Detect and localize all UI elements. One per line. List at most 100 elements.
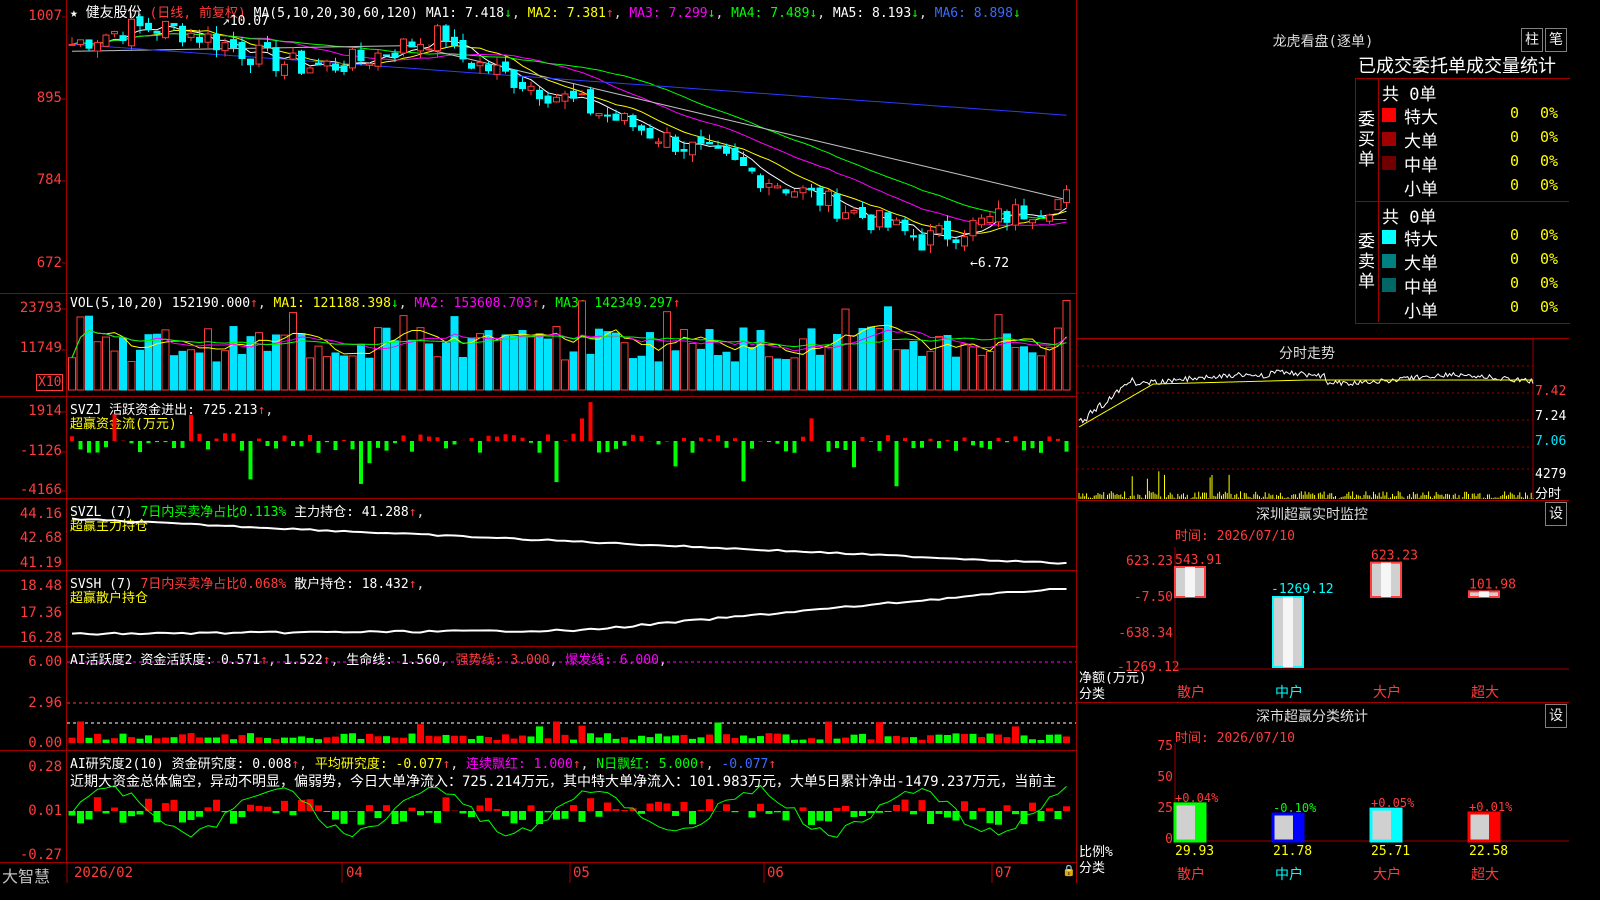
volume-bar bbox=[1028, 352, 1037, 391]
order-row: 中单 0 0% bbox=[1380, 273, 1568, 298]
volume-bar bbox=[773, 358, 782, 391]
order-row: 大单 0 0% bbox=[1380, 127, 1568, 152]
candle bbox=[774, 185, 781, 189]
capital-flow-chart[interactable] bbox=[0, 397, 1076, 499]
research-bar bbox=[604, 802, 611, 811]
research-bar bbox=[561, 811, 569, 819]
research-bar bbox=[731, 811, 739, 813]
date-axis: 大智慧 2026/02 04 05 06 07 🔒 bbox=[0, 862, 1076, 886]
activity-bar bbox=[298, 736, 305, 743]
bar-mode-button[interactable]: 柱 bbox=[1521, 28, 1543, 52]
svsh-panel[interactable]: 18.48 17.36 16.28 SVSH (7) 7日内买卖净占比0.068… bbox=[0, 570, 1076, 647]
order-type: 大单 bbox=[1404, 254, 1438, 274]
activity-bar bbox=[102, 739, 110, 743]
volume-bar bbox=[935, 335, 943, 391]
research-bar bbox=[995, 811, 1002, 825]
candle bbox=[145, 22, 152, 31]
candle bbox=[799, 187, 807, 194]
volume-bar bbox=[790, 357, 799, 391]
activity-bar bbox=[731, 737, 739, 743]
volume-chart[interactable] bbox=[0, 294, 1076, 397]
activity-bar bbox=[935, 734, 943, 743]
volume-bar bbox=[76, 316, 85, 391]
order-row: 小单 0 0% bbox=[1380, 175, 1568, 200]
candlestick-chart[interactable] bbox=[0, 0, 1076, 293]
candle bbox=[1063, 189, 1070, 204]
research-bar bbox=[918, 800, 926, 811]
activity-bar bbox=[969, 733, 977, 743]
color-swatch bbox=[1382, 156, 1396, 170]
candle bbox=[884, 212, 892, 228]
research-bar bbox=[621, 810, 628, 811]
main-holding-chart[interactable] bbox=[0, 499, 1076, 571]
kline-panel[interactable]: 1007 895 784 672 ★ 健友股份 (日线, 前复权) MA(5,1… bbox=[0, 0, 1076, 293]
color-swatch bbox=[1382, 254, 1396, 268]
flow-bar bbox=[478, 441, 482, 453]
order-count: 0 bbox=[1510, 104, 1520, 122]
research-bar bbox=[961, 801, 968, 811]
flow-bar bbox=[418, 434, 423, 441]
candle bbox=[791, 191, 798, 198]
tick-mode-button[interactable]: 笔 bbox=[1545, 28, 1567, 52]
activity-bar bbox=[272, 739, 280, 743]
flow-bar bbox=[444, 441, 448, 449]
research-bar bbox=[68, 811, 76, 816]
research-bar bbox=[570, 805, 577, 811]
order-percent: 0% bbox=[1540, 152, 1559, 170]
research-bar bbox=[289, 811, 297, 816]
candle bbox=[1029, 219, 1036, 224]
candle bbox=[102, 34, 110, 47]
order-percent: 0% bbox=[1540, 274, 1559, 292]
volume-bar bbox=[569, 351, 578, 391]
flow-bar bbox=[87, 441, 91, 453]
flow-bar bbox=[486, 435, 491, 441]
ai-research-panel[interactable]: 0.28 0.01 -0.27 AI研究度2(10) 资金研究度: 0.008↑… bbox=[0, 750, 1076, 863]
research-bar bbox=[663, 803, 671, 811]
activity-chart[interactable] bbox=[0, 647, 1076, 751]
activity-bar bbox=[519, 735, 526, 743]
candle bbox=[1003, 211, 1011, 223]
activity-bar bbox=[825, 721, 832, 743]
activity-bar bbox=[425, 735, 433, 743]
research-bar bbox=[272, 811, 280, 814]
candle bbox=[901, 219, 909, 232]
flow-bar bbox=[962, 437, 967, 441]
intraday-chart[interactable] bbox=[1077, 339, 1569, 501]
flow-bar bbox=[350, 441, 355, 450]
activity-bar bbox=[638, 735, 645, 743]
research-bar bbox=[697, 809, 705, 811]
retail-holding-chart[interactable] bbox=[0, 571, 1076, 647]
ai-activity-panel[interactable]: 6.00 2.96 0.00 AI活跃度2 资金活跃度: 0.571↑, 1.5… bbox=[0, 646, 1076, 751]
volume-bar bbox=[467, 337, 476, 391]
flow-bar bbox=[189, 414, 193, 441]
svzj-panel[interactable]: 1914 -1126 -4166 SVZJ 活跃资金进出: 725.213↑, … bbox=[0, 396, 1076, 499]
volume-bar bbox=[918, 355, 926, 391]
volume-panel[interactable]: 23793 11749 X10 VOL(5,10,20) 152190.000↑… bbox=[0, 293, 1076, 397]
volume-bar bbox=[102, 336, 110, 391]
research-bar bbox=[519, 811, 526, 820]
flow-bar bbox=[860, 436, 865, 441]
volume-bar bbox=[442, 342, 450, 391]
activity-bar bbox=[179, 734, 186, 743]
research-chart[interactable] bbox=[0, 751, 1076, 863]
order-count: 0 bbox=[1510, 152, 1520, 170]
volume-bar bbox=[1020, 346, 1028, 391]
research-bar bbox=[876, 811, 883, 813]
research-bar bbox=[689, 811, 696, 825]
svzl-panel[interactable]: 44.16 42.68 41.19 SVZL (7) 7日内买卖净占比0.113… bbox=[0, 498, 1076, 571]
candle bbox=[629, 115, 637, 128]
sell-side-label: 委卖单 bbox=[1358, 232, 1375, 292]
flow-bar bbox=[529, 441, 533, 443]
flow-bar bbox=[656, 441, 661, 445]
research-bar bbox=[757, 803, 764, 811]
activity-bar bbox=[527, 736, 535, 743]
flow-bar bbox=[299, 441, 304, 447]
intraday-panel[interactable]: 分时走势 7.42 7.24 7.06 4279 分时 bbox=[1076, 338, 1569, 502]
activity-bar bbox=[697, 737, 705, 743]
research-bar bbox=[128, 811, 135, 817]
research-bar bbox=[102, 811, 110, 814]
change-value: +0.04% bbox=[1175, 791, 1219, 805]
color-swatch bbox=[1382, 132, 1396, 146]
research-bar bbox=[493, 808, 501, 811]
candle bbox=[417, 43, 424, 52]
